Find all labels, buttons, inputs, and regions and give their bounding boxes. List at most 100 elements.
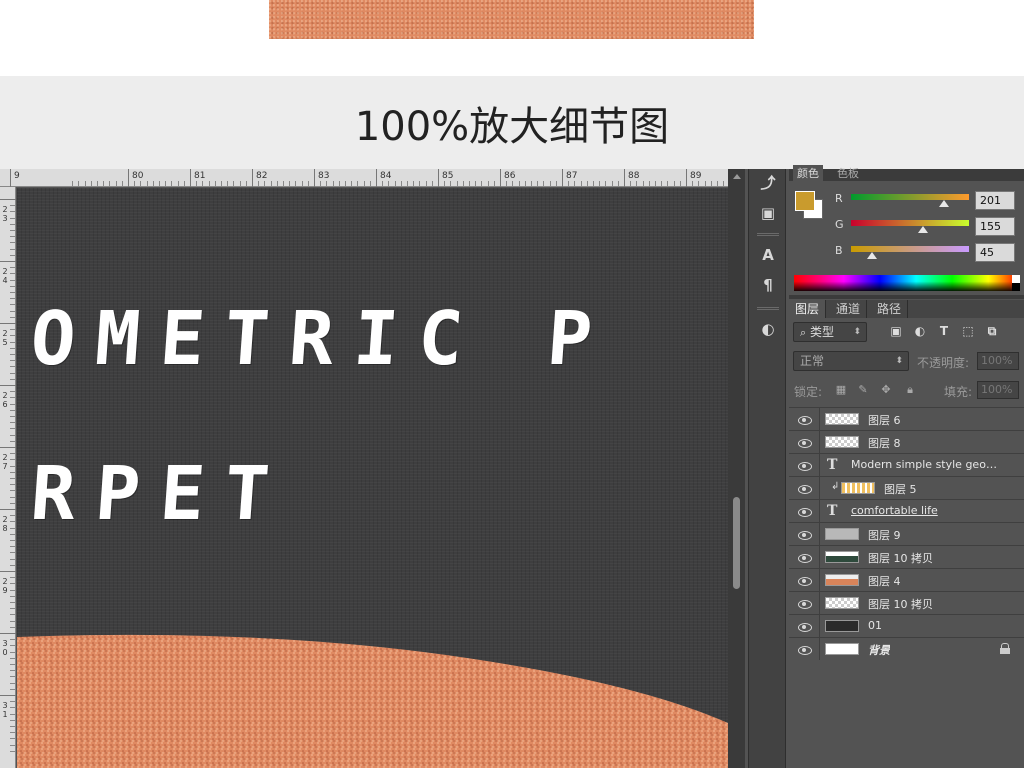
layer-thumbnail[interactable] <box>825 413 859 425</box>
ruler-minor-tick <box>394 181 396 186</box>
layer-name[interactable]: 图层 6 <box>868 412 901 428</box>
layer-row[interactable]: 图层 8 <box>789 430 1024 453</box>
black-white-chip[interactable] <box>1012 275 1020 291</box>
value-g-field[interactable]: 155 <box>975 217 1015 236</box>
eye-icon[interactable] <box>798 528 812 540</box>
eye-icon[interactable] <box>798 574 812 586</box>
tab-swatches[interactable]: 色板 <box>837 165 859 181</box>
layer-thumbnail[interactable] <box>825 620 859 632</box>
layer-row[interactable]: 01 <box>789 614 1024 637</box>
foreground-color-swatch[interactable] <box>795 191 815 211</box>
adjustments-icon[interactable]: ◐ <box>758 319 778 339</box>
opacity-field[interactable]: 100% <box>977 352 1019 370</box>
character-icon[interactable]: A <box>758 245 778 265</box>
ruler-minor-tick <box>121 181 123 186</box>
tab-color[interactable]: 颜色 <box>793 165 823 181</box>
layer-thumbnail[interactable] <box>825 643 859 655</box>
layer-name[interactable]: 01 <box>868 619 882 632</box>
layer-row[interactable]: 图层 4 <box>789 568 1024 591</box>
layer-thumbnail[interactable] <box>825 528 859 540</box>
tab-layers[interactable]: 图层 <box>789 300 827 318</box>
lock-transparent-icon[interactable]: ▦ <box>835 384 847 396</box>
slider-b-knob[interactable] <box>866 252 877 259</box>
layer-name[interactable]: 图层 4 <box>868 573 901 589</box>
slider-r-knob[interactable] <box>938 200 949 207</box>
eye-icon[interactable] <box>798 505 812 517</box>
smart-object-filter-icon[interactable]: ⧉ <box>985 325 999 338</box>
slider-r[interactable] <box>851 194 969 207</box>
layer-thumbnail[interactable] <box>825 597 859 609</box>
layer-row[interactable]: 图层 10 拷贝 <box>789 591 1024 614</box>
eye-icon[interactable] <box>798 482 812 494</box>
eye-icon[interactable] <box>798 620 812 632</box>
ruler-minor-tick <box>475 181 477 186</box>
layer-name[interactable]: comfortable life <box>851 504 938 517</box>
layer-row[interactable]: Tcomfortable life <box>789 499 1024 522</box>
eye-icon[interactable] <box>798 436 812 448</box>
ruler-top-label: 84 <box>380 171 392 181</box>
tab-paths[interactable]: 路径 <box>871 300 909 318</box>
eye-icon[interactable] <box>798 413 812 425</box>
layer-row[interactable]: ↲ 图层 5 <box>789 476 1024 499</box>
document-canvas[interactable]: OMETRIC P RPET <box>17 188 728 768</box>
ruler-left-label: 3 <box>2 214 8 223</box>
lock-brush-icon[interactable]: ✎ <box>857 384 869 396</box>
layer-name[interactable]: Modern simple style geomet... <box>851 458 1001 471</box>
layer-thumbnail[interactable] <box>825 551 859 563</box>
eye-icon[interactable] <box>798 551 812 563</box>
layer-filter-select[interactable]: ⌕ 类型 ⬍ <box>793 322 867 342</box>
slider-b[interactable] <box>851 246 969 259</box>
layer-row[interactable]: 图层 10 拷贝 <box>789 545 1024 568</box>
layer-thumbnail[interactable] <box>825 574 859 586</box>
3d-icon[interactable]: ▣ <box>758 203 778 223</box>
tab-channels[interactable]: 通道 <box>830 300 868 318</box>
paragraph-icon[interactable]: ¶ <box>758 275 778 295</box>
layer-name[interactable]: 图层 5 <box>884 481 917 497</box>
image-filter-icon[interactable]: ▣ <box>889 325 903 338</box>
left-ruler[interactable]: 232425262728293031 <box>0 187 16 768</box>
fill-field[interactable]: 100% <box>977 381 1019 399</box>
ruler-left-label: 9 <box>2 586 8 595</box>
layers-panel-tabs: 图层 通道 路径 <box>789 300 1024 318</box>
value-r-field[interactable]: 201 <box>975 191 1015 210</box>
ruler-left-label: 8 <box>2 524 8 533</box>
top-ruler[interactable]: 98081828384858687888990 <box>0 169 763 187</box>
layer-name[interactable]: 图层 9 <box>868 527 901 543</box>
layer-row[interactable]: 图层 9 <box>789 522 1024 545</box>
layer-row[interactable]: T Modern simple style geomet... <box>789 453 1024 476</box>
layer-name[interactable]: 背景 <box>868 642 890 658</box>
ruler-minor-tick <box>605 181 607 186</box>
layer-name[interactable]: 图层 10 拷贝 <box>868 550 933 566</box>
lock-move-icon[interactable]: ✥ <box>880 384 892 396</box>
vertical-scrollbar[interactable] <box>728 169 745 768</box>
layer-row[interactable]: 背景 <box>789 637 1024 660</box>
layer-row[interactable]: 图层 6 <box>789 407 1024 430</box>
panel-grip[interactable] <box>757 307 779 310</box>
eye-icon[interactable] <box>798 643 812 655</box>
ruler-minor-tick <box>72 181 74 186</box>
color-spectrum-ramp[interactable] <box>794 275 1020 291</box>
canvas-text-line-1: OMETRIC P <box>27 296 615 382</box>
ruler-top-label: 82 <box>256 171 268 181</box>
eye-icon[interactable] <box>798 597 812 609</box>
ruler-minor-tick <box>537 181 539 186</box>
layer-thumbnail[interactable] <box>841 482 875 494</box>
type-filter-icon[interactable]: T <box>937 325 951 338</box>
scrollbar-thumb[interactable] <box>733 497 740 589</box>
value-b-field[interactable]: 45 <box>975 243 1015 262</box>
slider-g-knob[interactable] <box>917 226 928 233</box>
scroll-up-icon[interactable] <box>733 174 741 179</box>
panel-grip[interactable] <box>757 233 779 236</box>
ruler-minor-tick <box>10 316 15 318</box>
layer-thumbnail[interactable] <box>825 436 859 448</box>
eye-icon[interactable] <box>798 459 812 471</box>
layer-name[interactable]: 图层 8 <box>868 435 901 451</box>
ruler-left-label: 7 <box>2 462 8 471</box>
slider-g[interactable] <box>851 220 969 233</box>
shape-filter-icon[interactable]: ⬚ <box>961 325 975 338</box>
history-icon[interactable]: ⤴ <box>758 173 778 193</box>
layer-name[interactable]: 图层 10 拷贝 <box>868 596 933 612</box>
lock-all-icon[interactable]: 🔒︎ <box>904 384 916 396</box>
adjustment-filter-icon[interactable]: ◐ <box>913 325 927 338</box>
blend-mode-select[interactable]: 正常 ⬍ <box>793 351 909 371</box>
